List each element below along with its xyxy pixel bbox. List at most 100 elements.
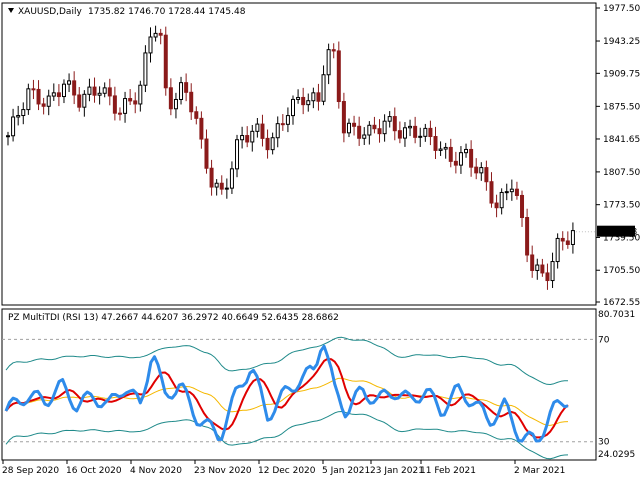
candle-body xyxy=(6,135,10,138)
signal-line xyxy=(5,357,569,439)
candle xyxy=(209,159,214,196)
candle xyxy=(331,43,336,59)
candle-body xyxy=(92,86,97,96)
candle-body xyxy=(148,36,153,54)
candle-body xyxy=(46,95,51,107)
candle xyxy=(408,119,413,137)
candle-body xyxy=(245,135,250,143)
candle xyxy=(428,120,433,146)
candle-body xyxy=(260,123,265,139)
candle xyxy=(77,87,82,112)
candle-body xyxy=(352,122,357,127)
candle-body xyxy=(209,167,214,188)
candle xyxy=(199,111,204,149)
candle-body xyxy=(341,101,346,134)
rsi-line xyxy=(4,344,569,443)
candle-body xyxy=(265,137,270,151)
candle-body xyxy=(11,116,16,137)
candle xyxy=(296,89,301,104)
candle-body xyxy=(530,254,535,271)
indicator-plot xyxy=(2,336,596,460)
candle xyxy=(499,188,504,215)
candle xyxy=(245,126,250,148)
candle xyxy=(270,132,275,155)
candle xyxy=(31,79,36,100)
candle-body xyxy=(184,82,189,93)
candle xyxy=(397,121,402,144)
candle xyxy=(458,146,463,174)
candle-body xyxy=(204,138,209,169)
candle-body xyxy=(479,167,484,174)
candle-body xyxy=(306,100,311,106)
candle xyxy=(214,179,219,196)
candle xyxy=(535,258,540,280)
candle xyxy=(26,83,31,115)
candle-body xyxy=(194,111,199,119)
candle-body xyxy=(469,148,474,168)
candle-body xyxy=(158,32,163,36)
candle-body xyxy=(509,188,514,193)
candle-body xyxy=(321,74,326,102)
candle-body xyxy=(214,182,219,188)
candle-body xyxy=(199,117,204,140)
candle xyxy=(194,106,199,125)
collapse-arrow-icon[interactable] xyxy=(8,8,14,13)
indicator-title: PZ MultiTDI (RSI 13) 47.2667 44.6207 36.… xyxy=(8,313,339,323)
candle xyxy=(438,141,443,156)
candle xyxy=(92,77,97,103)
price-tick-label: 1672.55 xyxy=(603,298,640,308)
candle xyxy=(316,83,321,111)
candle xyxy=(443,142,448,159)
candle xyxy=(128,89,133,106)
candle xyxy=(382,114,387,142)
candle-body xyxy=(550,261,555,282)
candle xyxy=(189,83,194,120)
candle-body xyxy=(423,127,428,137)
time-tick-label: 23 Jan 2021 xyxy=(370,466,424,476)
mt5-chart-window[interactable]: 1977.50 1943.25 1909.75 1875.50 1841.65 1807.… xyxy=(0,0,640,480)
candle-body xyxy=(464,148,469,154)
chart-canvas[interactable]: 1977.50 1943.25 1909.75 1875.50 1841.65 1807.… xyxy=(0,0,640,480)
candle-body xyxy=(250,130,255,143)
candle-body xyxy=(168,87,173,110)
candle-body xyxy=(428,127,433,138)
candle-body xyxy=(408,125,413,129)
candle-body xyxy=(362,134,367,139)
candle xyxy=(6,131,10,146)
candle xyxy=(448,138,453,168)
candle-body xyxy=(545,272,550,282)
candle-body xyxy=(316,92,321,102)
candle xyxy=(21,102,26,125)
ohlc-values: 1735.82 1746.70 1728.44 1745.48 xyxy=(88,7,246,17)
candle-body xyxy=(372,124,377,130)
candle-body xyxy=(387,116,392,122)
candle-body xyxy=(413,125,418,138)
candle-body xyxy=(514,188,519,196)
candle xyxy=(326,43,331,85)
candle-body xyxy=(535,264,540,271)
candle xyxy=(229,161,234,194)
candle xyxy=(107,78,112,106)
candle-body xyxy=(453,160,458,166)
candle-body xyxy=(443,146,448,150)
candle-body xyxy=(16,115,21,118)
candle-body xyxy=(433,136,438,151)
candle xyxy=(72,71,77,105)
time-tick-label: 16 Oct 2020 xyxy=(66,466,122,476)
candle-body xyxy=(540,264,545,274)
candle xyxy=(56,84,61,107)
candle xyxy=(204,129,209,174)
candle-body xyxy=(235,139,240,170)
candle-body xyxy=(219,182,224,190)
candle xyxy=(377,119,382,143)
candle-body xyxy=(117,112,122,115)
price-tick-label: 1909.75 xyxy=(603,69,640,79)
candle xyxy=(82,90,87,117)
candle-body xyxy=(489,181,494,204)
candle-body xyxy=(357,125,362,139)
candle-body xyxy=(301,96,306,106)
price-panel-frame xyxy=(1,2,597,306)
candle xyxy=(392,107,397,141)
candle xyxy=(453,151,458,174)
candle-body xyxy=(570,230,575,245)
